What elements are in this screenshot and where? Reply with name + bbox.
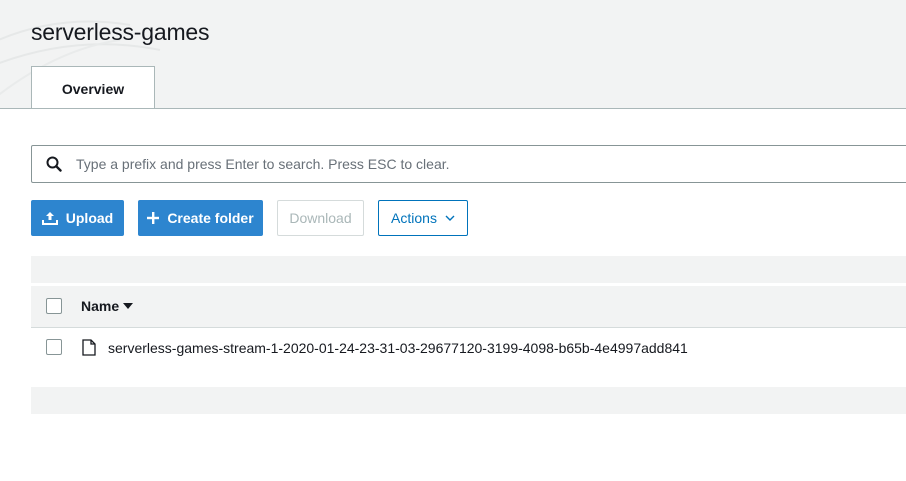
page-title: serverless-games [31,19,210,45]
download-button[interactable]: Download [277,200,364,236]
tab-overview[interactable]: Overview [31,66,155,108]
file-name-link[interactable]: serverless-games-stream-1-2020-01-24-23-… [108,340,688,356]
download-button-label: Download [289,210,352,226]
file-icon [82,339,96,356]
actions-dropdown-button[interactable]: Actions [378,200,468,236]
table-header: Name [31,286,906,328]
select-all-checkbox[interactable] [46,298,62,314]
create-folder-button[interactable]: Create folder [138,200,263,236]
chevron-down-icon [445,215,455,221]
search-icon [32,145,76,183]
table-toolbar-band [31,256,906,283]
create-folder-button-label: Create folder [167,210,254,226]
table-row[interactable]: serverless-games-stream-1-2020-01-24-23-… [31,329,906,367]
search-input[interactable] [76,149,856,179]
s3-bucket-page: serverless-games Overview Upload Cre [0,0,906,481]
column-header-name[interactable]: Name [81,298,134,314]
actions-button-label: Actions [391,210,437,226]
page-header: serverless-games Overview [0,0,906,109]
upload-button-label: Upload [65,210,114,226]
table-footer-band [31,387,906,414]
plus-icon [147,212,160,224]
upload-icon [41,211,58,225]
column-header-name-label: Name [81,298,120,314]
upload-button[interactable]: Upload [31,200,124,236]
row-checkbox[interactable] [46,339,62,355]
sort-descending-icon [123,303,134,309]
search-bar[interactable] [31,145,906,183]
